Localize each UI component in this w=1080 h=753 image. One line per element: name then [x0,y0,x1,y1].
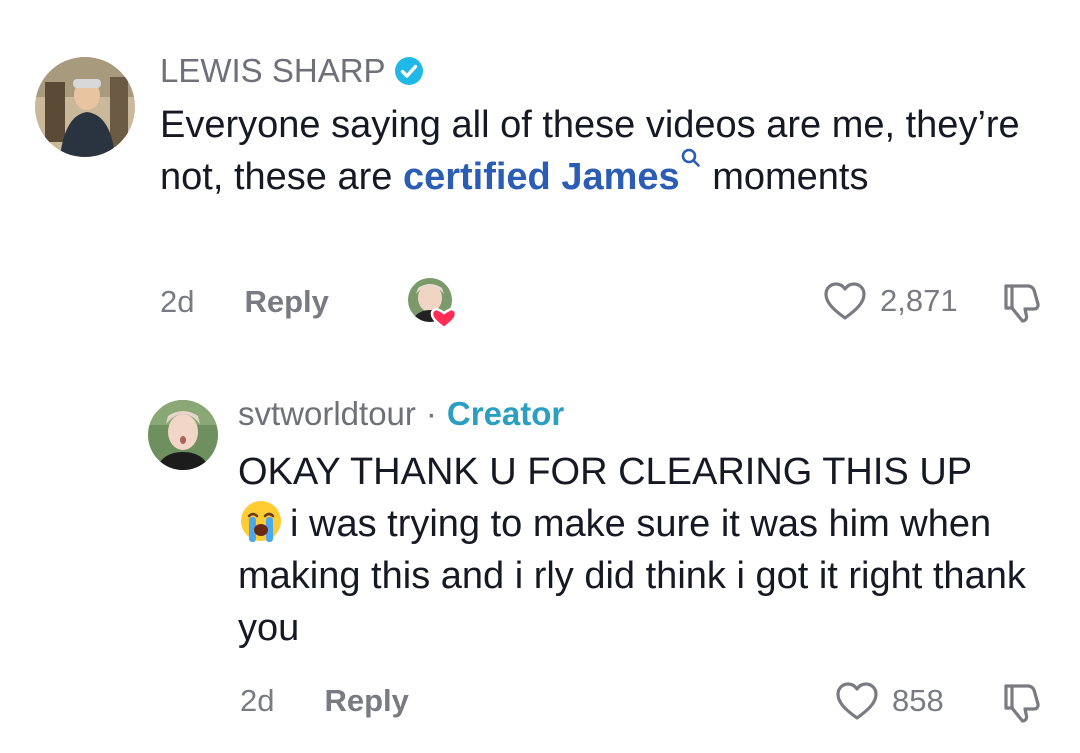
search-icon [681,148,700,167]
separator-dot: · [425,395,437,432]
comment-author[interactable]: LEWIS SHARP [160,52,424,90]
creator-avatar-icon [408,278,458,330]
like-count: 858 [892,683,944,718]
comment-time: 2d [160,284,195,319]
verified-badge-icon [394,57,423,85]
comment-text: Everyone saying all of these videos are … [160,104,1020,198]
reply-button[interactable]: Reply [324,683,408,719]
reply-button[interactable]: Reply [244,284,328,320]
search-keyword-link[interactable]: certified James [403,148,702,198]
comment-time: 2d [240,683,275,718]
like-button[interactable]: 858 [834,680,944,722]
avatar[interactable] [35,57,135,157]
like-count: 2,871 [880,283,958,318]
author-name[interactable]: svtworldtour [238,395,416,433]
loudly-crying-face-icon [241,501,281,542]
avatar-image [148,400,218,470]
creator-liked-badge [406,276,460,330]
heart-outline-icon [836,682,878,720]
thumbs-down-icon[interactable] [998,680,1042,724]
comment-meta: 2d Reply [160,284,329,320]
author-name[interactable]: LEWIS SHARP [160,52,386,90]
avatar-image [35,57,135,157]
comment-author[interactable]: svtworldtour · Creator [238,395,564,433]
thumbs-down-icon[interactable] [998,280,1042,324]
heart-outline-icon [824,282,866,320]
like-button[interactable]: 2,871 [822,280,958,322]
comment-text: OKAY THANK U FOR CLEARING THIS UP i was … [238,446,1038,654]
avatar[interactable] [148,400,218,470]
creator-badge: Creator [446,395,565,432]
comment-line: OKAY THANK U FOR CLEARING THIS UP [238,451,973,493]
comment-meta: 2d Reply [240,683,409,719]
comment-body: i was trying to make sure it was him whe… [238,503,1026,649]
